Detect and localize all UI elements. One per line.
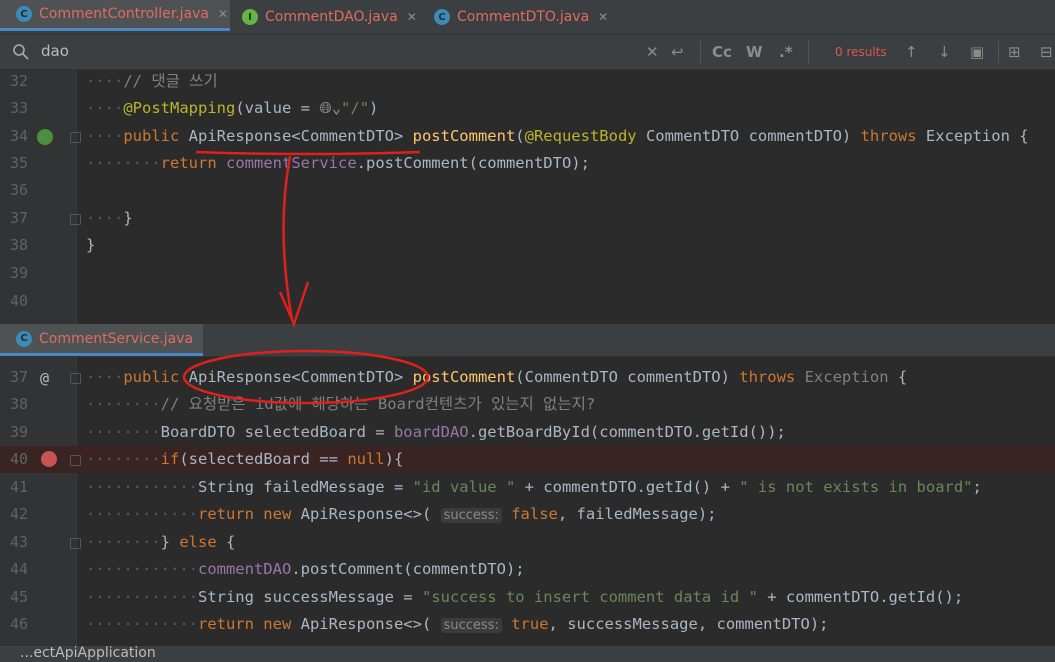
- fold-icon[interactable]: [70, 132, 81, 143]
- remove-selection-icon[interactable]: ⊟: [1040, 43, 1053, 61]
- line-number: 37: [9, 368, 28, 386]
- fold-icon[interactable]: [70, 214, 81, 225]
- run-config-label: ...ectApiApplication: [20, 645, 156, 661]
- tab-comment-dao[interactable]: I CommentDAO.java ✕: [242, 0, 417, 34]
- code-line: 43 ········} else {: [0, 529, 1055, 556]
- line-number: 42: [9, 505, 28, 523]
- code-line: 46 ············return new ApiResponse<>(…: [0, 611, 1055, 638]
- run-panel-bar: ...ectApiApplication: [0, 645, 1055, 662]
- code-line: 38 ········// 요청받은 id값에 해당하는 Board컨텐츠가 있…: [0, 391, 1055, 418]
- close-icon[interactable]: ✕: [598, 10, 608, 24]
- line-number: 39: [9, 264, 28, 282]
- editor-tab-bar: C CommentController.java ✕ I CommentDAO.…: [0, 0, 1055, 35]
- close-icon[interactable]: ✕: [218, 7, 228, 21]
- code-line: 39: [0, 260, 1055, 287]
- code-line: 32 ····// 댓글 쓰기: [0, 68, 1055, 95]
- words-toggle[interactable]: W: [746, 43, 763, 61]
- code-line: 41 ············String failedMessage = "i…: [0, 474, 1055, 501]
- line-number: 38: [9, 236, 28, 254]
- new-line-icon[interactable]: ↩: [671, 43, 684, 61]
- line-number: 33: [9, 99, 28, 117]
- code-line: 45 ············String successMessage = "…: [0, 584, 1055, 611]
- line-number: 39: [9, 423, 28, 441]
- select-all-icon[interactable]: ▣: [970, 43, 984, 61]
- code-line: 44 ············commentDAO.postComment(co…: [0, 556, 1055, 583]
- line-number: 35: [9, 154, 28, 172]
- line-number: 36: [9, 181, 28, 199]
- line-number: 46: [9, 615, 28, 633]
- class-icon: C: [434, 9, 450, 25]
- line-number: 37: [9, 209, 28, 227]
- line-number: 44: [9, 560, 28, 578]
- tab-label: CommentDAO.java: [265, 9, 398, 25]
- arrow-up-icon[interactable]: ↑: [905, 43, 918, 61]
- tab-comment-service[interactable]: C CommentService.java: [0, 324, 204, 356]
- tab-label: CommentDTO.java: [457, 9, 590, 25]
- class-icon: C: [16, 6, 32, 22]
- regex-toggle[interactable]: .*: [779, 43, 793, 61]
- tab-comment-controller[interactable]: C CommentController.java ✕: [0, 0, 230, 31]
- tab-comment-dto[interactable]: C CommentDTO.java ✕: [434, 0, 608, 34]
- code-line: 34 ····public ApiResponse<CommentDTO> po…: [0, 123, 1055, 150]
- code-line: 40 ········if(selectedBoard == null){: [0, 446, 1055, 473]
- find-bar: dao ✕ ↩ Cc W .* 0 results ↑ ↓ ▣ ⊞ ⊟: [0, 35, 1055, 70]
- search-icon: [13, 44, 29, 60]
- line-number: 40: [9, 292, 28, 310]
- code-line: 39 ········BoardDTO selectedBoard = boar…: [0, 419, 1055, 446]
- add-selection-icon[interactable]: ⊞: [1008, 43, 1021, 61]
- code-line: 36: [0, 177, 1055, 204]
- fold-icon[interactable]: [70, 373, 81, 384]
- fold-icon[interactable]: [70, 455, 81, 466]
- param-hint: success:: [440, 618, 502, 633]
- arrow-down-icon[interactable]: ↓: [938, 43, 951, 61]
- line-number: 38: [9, 395, 28, 413]
- override-icon[interactable]: @: [40, 365, 49, 392]
- code-line: 37 ····}: [0, 205, 1055, 232]
- line-number: 40: [9, 450, 28, 468]
- line-number: 41: [9, 478, 28, 496]
- endpoint-icon[interactable]: [37, 129, 53, 145]
- line-number: 32: [9, 72, 28, 90]
- interface-icon: I: [242, 9, 258, 25]
- clear-icon[interactable]: ✕: [646, 43, 659, 61]
- tab-label: CommentService.java: [39, 330, 194, 347]
- class-icon: C: [16, 330, 32, 347]
- param-hint: success:: [440, 508, 502, 523]
- tab-label: CommentController.java: [39, 6, 209, 22]
- close-icon[interactable]: ✕: [407, 10, 417, 24]
- line-number: 43: [9, 533, 28, 551]
- line-number: 45: [9, 588, 28, 606]
- code-line: 33 ····@PostMapping(value = 🌐︎⌄"/"): [0, 95, 1055, 122]
- split-tab-bar: C CommentService.java: [0, 324, 1055, 357]
- match-case-toggle[interactable]: Cc: [712, 43, 732, 61]
- search-input[interactable]: dao: [41, 42, 69, 60]
- results-count: 0 results: [835, 45, 887, 59]
- code-line: 42 ············return new ApiResponse<>(…: [0, 501, 1055, 528]
- code-line: 37 @ ····public ApiResponse<CommentDTO> …: [0, 364, 1055, 391]
- fold-icon[interactable]: [70, 538, 81, 549]
- line-number: 34: [9, 127, 28, 145]
- breakpoint-icon[interactable]: [41, 451, 57, 467]
- code-line: 35 ········return commentService.postCom…: [0, 150, 1055, 177]
- code-line: 38 }: [0, 232, 1055, 259]
- code-line: 40: [0, 288, 1055, 315]
